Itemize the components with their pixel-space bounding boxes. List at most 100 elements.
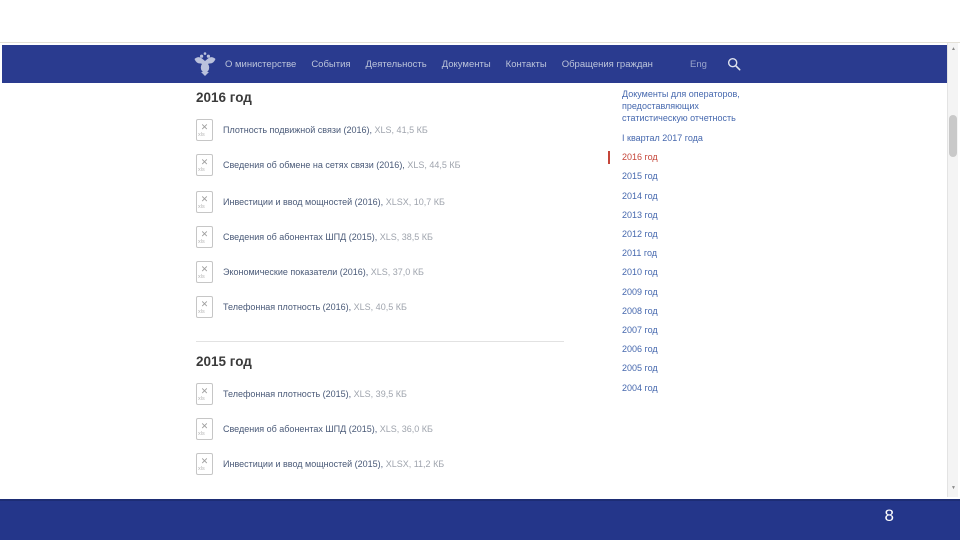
x-glyph: ✕	[200, 194, 209, 204]
document-text: Экономические показатели (2016), XLS, 37…	[223, 261, 424, 283]
xls-file-icon: ✕ xls	[196, 226, 213, 248]
sidebar-title-link[interactable]: Документы для операторов, предоставляющи…	[622, 88, 757, 124]
site-navbar: О министерстве События Деятельность Доку…	[2, 45, 947, 83]
document-row: ✕ xls Сведения об обмене на сетях связи (…	[196, 154, 461, 176]
document-text: Сведения об абонентах ШПД (2015), XLS, 3…	[223, 226, 433, 248]
x-glyph: ✕	[200, 157, 209, 167]
document-row: ✕ xls Инвестиции и ввод мощностей (2016),…	[196, 191, 445, 213]
xls-file-icon: ✕ xls	[196, 261, 213, 283]
document-link[interactable]: Сведения об абонентах ШПД (2015),	[223, 424, 377, 434]
document-link[interactable]: Инвестиции и ввод мощностей (2016),	[223, 197, 383, 207]
sidebar-item-2008[interactable]: 2008 год	[622, 302, 757, 321]
document-link[interactable]: Телефонная плотность (2016),	[223, 302, 351, 312]
document-meta: XLSX, 11,2 КБ	[385, 459, 445, 469]
nav-item-contacts[interactable]: Контакты	[506, 59, 547, 70]
xls-file-icon: ✕ xls	[196, 154, 213, 176]
document-row: ✕ xls Телефонная плотность (2015), XLS, 3…	[196, 383, 407, 405]
xls-file-icon: ✕ xls	[196, 418, 213, 440]
xls-file-icon: ✕ xls	[196, 453, 213, 475]
document-link[interactable]: Плотность подвижной связи (2016),	[223, 125, 372, 135]
scroll-up-icon[interactable]: ▲	[948, 46, 959, 52]
x-glyph: ✕	[200, 229, 209, 239]
nav-right-group: Eng	[690, 45, 741, 83]
document-text: Плотность подвижной связи (2016), XLS, 4…	[223, 119, 428, 141]
xls-file-icon: ✕ xls	[196, 296, 213, 318]
document-text: Телефонная плотность (2016), XLS, 40,5 К…	[223, 296, 407, 318]
x-glyph: ✕	[200, 456, 209, 466]
xls-file-icon: ✕ xls	[196, 383, 213, 405]
sidebar-item-2012[interactable]: 2012 год	[622, 225, 757, 244]
xls-label: xls	[198, 204, 205, 210]
document-text: Инвестиции и ввод мощностей (2016), XLSX…	[223, 191, 445, 213]
sidebar-item-2015[interactable]: 2015 год	[622, 167, 757, 186]
document-text: Сведения об абонентах ШПД (2015), XLS, 3…	[223, 418, 433, 440]
document-meta: XLSX, 10,7 КБ	[385, 197, 445, 207]
xls-label: xls	[198, 167, 205, 173]
scrollbar-thumb[interactable]	[949, 115, 957, 157]
sidebar-item-2013[interactable]: 2013 год	[622, 206, 757, 225]
vertical-scrollbar[interactable]: ▲ ▼	[947, 43, 958, 497]
sidebar-item-2016[interactable]: 2016 год	[608, 148, 757, 167]
sidebar-item-2005[interactable]: 2005 год	[622, 359, 757, 378]
document-meta: XLS, 41,5 КБ	[374, 125, 428, 135]
nav-item-activity[interactable]: Деятельность	[366, 59, 427, 70]
document-link[interactable]: Сведения об абонентах ШПД (2015),	[223, 232, 377, 242]
slide-page-number: 8	[884, 506, 894, 525]
document-meta: XLS, 44,5 КБ	[407, 160, 461, 170]
x-glyph: ✕	[200, 386, 209, 396]
document-row: ✕ xls Плотность подвижной связи (2016), X…	[196, 119, 428, 141]
coat-of-arms-logo	[194, 52, 216, 76]
document-row: ✕ xls Экономические показатели (2016), XL…	[196, 261, 424, 283]
sidebar-years: Документы для операторов, предоставляющи…	[608, 88, 757, 398]
document-text: Телефонная плотность (2015), XLS, 39,5 К…	[223, 383, 407, 405]
xls-label: xls	[198, 431, 205, 437]
document-row: ✕ xls Телефонная плотность (2016), XLS, 4…	[196, 296, 407, 318]
section-heading-2016: 2016 год	[196, 90, 252, 105]
section-heading-2015: 2015 год	[196, 354, 252, 369]
nav-item-documents[interactable]: Документы	[442, 59, 491, 70]
section-separator	[196, 341, 564, 342]
document-meta: XLS, 36,0 КБ	[379, 424, 433, 434]
document-link[interactable]: Экономические показатели (2016),	[223, 267, 368, 277]
sidebar-item-2007[interactable]: 2007 год	[622, 321, 757, 340]
scroll-down-icon[interactable]: ▼	[948, 485, 959, 491]
document-text: Сведения об обмене на сетях связи (2016)…	[223, 154, 461, 176]
x-glyph: ✕	[200, 264, 209, 274]
xls-label: xls	[198, 309, 205, 315]
sidebar-item-quarter1-2017[interactable]: I квартал 2017 года	[622, 129, 757, 148]
xls-label: xls	[198, 239, 205, 245]
screenshot-top-border	[0, 42, 960, 43]
nav-item-citizen-appeals[interactable]: Обращения граждан	[562, 59, 653, 70]
x-glyph: ✕	[200, 421, 209, 431]
slide: О министерстве События Деятельность Доку…	[0, 0, 960, 540]
sidebar-item-2004[interactable]: 2004 год	[622, 379, 757, 398]
document-link[interactable]: Инвестиции и ввод мощностей (2015),	[223, 459, 383, 469]
document-meta: XLS, 38,5 КБ	[379, 232, 433, 242]
document-meta: XLS, 37,0 КБ	[370, 267, 424, 277]
xls-file-icon: ✕ xls	[196, 191, 213, 213]
document-link[interactable]: Сведения об обмене на сетях связи (2016)…	[223, 160, 405, 170]
sidebar-item-2010[interactable]: 2010 год	[622, 263, 757, 282]
nav-item-events[interactable]: События	[311, 59, 350, 70]
search-icon[interactable]	[727, 57, 741, 71]
sidebar-item-2006[interactable]: 2006 год	[622, 340, 757, 359]
sidebar-links: I квартал 2017 года 2016 год 2015 год 20…	[608, 129, 757, 398]
document-text: Инвестиции и ввод мощностей (2015), XLSX…	[223, 453, 444, 475]
document-meta: XLS, 40,5 КБ	[353, 302, 407, 312]
nav-menu: О министерстве События Деятельность Доку…	[225, 59, 653, 70]
slide-footer-band: 8	[0, 499, 960, 540]
document-row: ✕ xls Сведения об абонентах ШПД (2015), X…	[196, 226, 433, 248]
language-switch-eng[interactable]: Eng	[690, 59, 707, 70]
xls-label: xls	[198, 132, 205, 138]
xls-label: xls	[198, 274, 205, 280]
nav-item-about-ministry[interactable]: О министерстве	[225, 59, 296, 70]
x-glyph: ✕	[200, 299, 209, 309]
sidebar-item-2014[interactable]: 2014 год	[622, 187, 757, 206]
xls-file-icon: ✕ xls	[196, 119, 213, 141]
document-row: ✕ xls Инвестиции и ввод мощностей (2015),…	[196, 453, 444, 475]
document-link[interactable]: Телефонная плотность (2015),	[223, 389, 351, 399]
x-glyph: ✕	[200, 122, 209, 132]
sidebar-item-2011[interactable]: 2011 год	[622, 244, 757, 263]
sidebar-item-2009[interactable]: 2009 год	[622, 283, 757, 302]
document-row: ✕ xls Сведения об абонентах ШПД (2015), X…	[196, 418, 433, 440]
